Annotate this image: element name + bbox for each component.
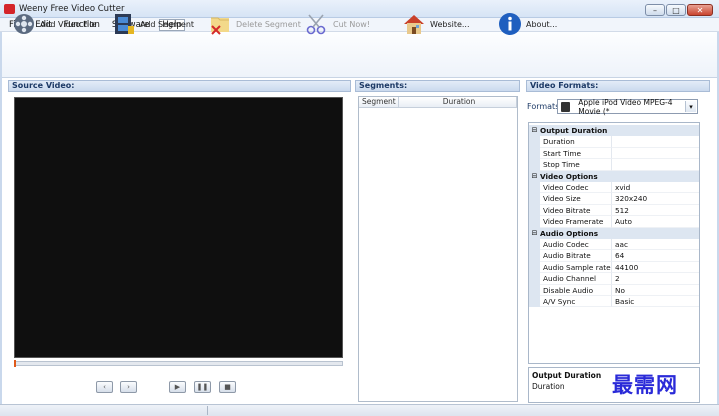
add-video-file-button[interactable]: Add Video File [12,10,96,38]
source-video-header: Source Video: [8,80,351,92]
maximize-button[interactable]: □ [666,4,686,16]
status-divider [207,406,208,415]
website-label: Website... [430,19,470,29]
segments-header: Segments: [355,80,520,92]
chevron-down-icon[interactable]: ▾ [685,101,696,112]
stop-button[interactable]: ■ [219,381,236,393]
house-icon [402,12,426,36]
next-frame-button[interactable]: › [120,381,137,393]
close-button[interactable]: ✕ [687,4,713,16]
description-text: Duration [532,382,565,391]
segments-table-header: Segment Duration [359,97,517,108]
property-row[interactable]: Video Bitrate 512 [529,204,699,217]
ipod-icon [561,101,571,112]
property-row[interactable]: A/V Sync Basic [529,296,699,308]
collapse-icon[interactable]: ⊟ [529,125,540,136]
website-button[interactable]: Website... [402,10,470,38]
toolbar [0,32,719,78]
property-row[interactable]: Audio Sample rate 44100 [529,261,699,274]
column-duration[interactable]: Duration [399,97,517,107]
collapse-icon[interactable]: ⊟ [529,171,540,182]
watermark-logo: 最需网 [612,372,678,397]
video-formats-header: Video Formats: [526,80,710,92]
cut-now-label: Cut Now! [333,19,370,29]
add-segment-button[interactable]: Add Segment [112,10,194,38]
cut-now-button[interactable]: Cut Now! [305,10,370,38]
property-grid: ⊟ Output Duration Duration Start Time St… [528,122,700,364]
property-row[interactable]: Stop Time [529,159,699,171]
category-video-options[interactable]: ⊟ Video Options [529,170,699,182]
category-audio-options[interactable]: ⊟ Audio Options [529,227,699,239]
seek-handle[interactable] [14,360,16,367]
add-segment-label: Add Segment [140,19,195,29]
description-title: Output Duration [532,371,602,380]
collapse-icon[interactable]: ⊟ [529,228,540,239]
delete-segment-button[interactable]: Delete Segment [208,10,301,38]
seek-bar[interactable] [14,361,343,366]
add-video-file-label: Add Video File [40,19,97,29]
play-button[interactable]: ▶ [169,381,186,393]
minimize-button[interactable]: – [645,4,665,16]
property-row[interactable]: Duration [529,136,699,148]
about-button[interactable]: About... [498,10,557,38]
window-frame-left [0,32,2,404]
property-row[interactable]: Video Size 320x240 [529,193,699,205]
delete-folder-icon [208,12,232,36]
info-icon [498,12,522,36]
column-segment[interactable]: Segment [359,97,399,107]
film-strip-icon [112,12,136,36]
scissors-icon [305,12,329,36]
property-row[interactable]: Audio Channel 2 [529,273,699,285]
property-row[interactable]: Disable Audio No [529,284,699,296]
property-row[interactable]: Start Time [529,147,699,160]
property-row[interactable]: Audio Codec aac [529,239,699,251]
status-bar [0,404,719,416]
property-row[interactable]: Video Codec xvid [529,182,699,194]
prev-frame-button[interactable]: ‹ [96,381,113,393]
segments-list[interactable]: Segment Duration [358,96,518,402]
property-row[interactable]: Video Framerate Auto [529,216,699,228]
film-reel-icon [12,12,36,36]
property-row[interactable]: Audio Bitrate 64 [529,250,699,262]
delete-segment-label: Delete Segment [236,19,301,29]
about-label: About... [526,19,558,29]
pause-button[interactable]: ❚❚ [194,381,211,393]
video-preview [14,97,343,358]
formats-selected-value: Apple iPod Video MPEG-4 Movie (* [578,97,673,116]
category-output-duration[interactable]: ⊟ Output Duration [529,125,699,137]
formats-dropdown[interactable]: Apple iPod Video MPEG-4 Movie (* ▾ [557,97,698,116]
